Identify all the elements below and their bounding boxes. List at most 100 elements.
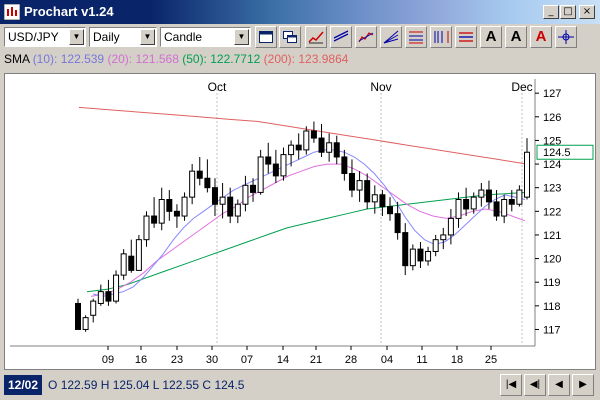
candle-body	[234, 203, 241, 217]
crosshair-button[interactable]	[555, 26, 577, 48]
sma10-value: 122.539	[60, 52, 105, 66]
sma-label: SMA	[4, 52, 30, 66]
candle-body	[409, 248, 416, 267]
candle-body	[265, 156, 272, 165]
text-color-icon: A	[535, 28, 547, 45]
candle-body	[250, 184, 257, 193]
candle-body	[485, 189, 492, 203]
sma50-value: 122.7712	[210, 52, 261, 66]
candle-body	[341, 156, 348, 175]
cascade-windows-button[interactable]	[279, 26, 301, 48]
channel-button[interactable]	[330, 26, 352, 48]
x-tick-label: 30	[206, 354, 218, 366]
x-tick-label: 09	[102, 354, 114, 366]
chart-style-value: Candle	[164, 30, 203, 44]
x-tick-label: 18	[451, 354, 463, 366]
y-tick-label: 123	[543, 183, 561, 195]
candle-body	[227, 196, 234, 217]
candle-body	[181, 196, 188, 217]
candle-body	[310, 130, 317, 139]
edit-text-button[interactable]: A	[505, 26, 527, 48]
candle-body	[425, 250, 432, 262]
trendline-button[interactable]	[305, 26, 327, 48]
scroll-first-button[interactable]: |◀	[500, 374, 522, 396]
last-price-label: 124.5	[543, 147, 571, 159]
scroll-forward-button[interactable]: ▶	[572, 374, 594, 396]
horizontal-lines-button[interactable]	[455, 26, 477, 48]
candle-body	[516, 189, 523, 205]
candle-body	[379, 194, 386, 208]
candle-body	[280, 154, 287, 177]
status-bar: 12/02 O 122.59 H 125.04 L 122.55 C 124.5…	[0, 372, 600, 398]
candle-body	[440, 234, 447, 241]
text-color-button[interactable]: A	[530, 26, 552, 48]
fibonacci-fan-icon	[383, 30, 399, 44]
sma200-period: (200):	[263, 52, 296, 66]
candle-body	[257, 156, 264, 193]
horizontal-lines-icon	[459, 32, 473, 42]
high-value: 125.04	[112, 378, 150, 392]
fibonacci-retracement-icon	[409, 31, 423, 44]
candle-body	[326, 142, 333, 153]
minimize-button[interactable]: _	[543, 5, 559, 19]
x-tick-label: 16	[135, 354, 147, 366]
candle-body	[120, 253, 127, 276]
candle-body	[478, 189, 485, 198]
scroll-page-back-button[interactable]: ◀|	[524, 374, 546, 396]
candle-body	[501, 199, 508, 217]
y-tick-label: 124	[543, 159, 561, 171]
x-tick-label: 25	[485, 354, 497, 366]
candle-body	[455, 199, 462, 219]
page-back-icon: ◀|	[529, 379, 541, 390]
candle-body	[128, 255, 135, 271]
open-value: 122.59	[60, 378, 98, 392]
candle-body	[90, 300, 97, 316]
candle-body	[394, 213, 401, 234]
candle-body	[196, 170, 203, 179]
maximize-button[interactable]: □	[560, 5, 576, 19]
chevron-down-icon[interactable]: ▼	[69, 29, 84, 45]
candle-body	[113, 274, 120, 302]
regression-button[interactable]	[355, 26, 377, 48]
close-button[interactable]: ×	[579, 5, 595, 19]
chevron-down-icon[interactable]: ▼	[234, 29, 249, 45]
add-text-button[interactable]: A	[480, 26, 502, 48]
cascade-icon	[283, 31, 297, 43]
current-date: 12/02	[4, 375, 42, 395]
candle-body	[151, 215, 158, 224]
candle-body	[508, 199, 515, 205]
candle-body	[348, 173, 355, 191]
price-chart[interactable]: Oct Nov Dec1171181191201211221231241251261…	[5, 74, 595, 369]
chart-area[interactable]: Oct Nov Dec 117 118 119 120 121 122 123 124 125 126 1…	[4, 73, 596, 370]
candle-body	[97, 291, 104, 304]
candle-body	[493, 201, 500, 217]
candle-body	[318, 137, 325, 153]
candle-body	[295, 144, 302, 151]
channel-icon	[333, 30, 349, 42]
symbol-select[interactable]: USD/JPY ▼	[4, 27, 86, 47]
candle-body	[387, 206, 394, 215]
fibonacci-fan-button[interactable]	[380, 26, 402, 48]
candle-body	[219, 196, 226, 205]
x-tick-label: 11	[416, 354, 427, 366]
fibonacci-time-button[interactable]	[430, 26, 452, 48]
scroll-back-button[interactable]: ◀	[548, 374, 570, 396]
x-tick-label: 21	[310, 354, 322, 366]
candle-body	[272, 163, 279, 177]
candle-body	[173, 210, 180, 217]
month-label: Oct	[208, 80, 227, 94]
candle-body	[242, 184, 249, 205]
new-window-button[interactable]	[255, 26, 277, 48]
y-tick-label: 121	[543, 230, 561, 242]
chevron-down-icon[interactable]: ▼	[140, 29, 155, 45]
app-icon	[4, 4, 20, 20]
candle-body	[333, 142, 340, 158]
fibonacci-time-icon	[434, 31, 449, 43]
trendline-icon	[308, 31, 324, 44]
period-select[interactable]: Daily ▼	[89, 27, 157, 47]
fibonacci-retracement-button[interactable]	[405, 26, 427, 48]
sma200-value: 123.9864	[298, 52, 349, 66]
chart-style-select[interactable]: Candle ▼	[160, 27, 251, 47]
forward-icon: ▶	[579, 379, 587, 390]
title-bar: Prochart v1.24 _ □ ×	[0, 0, 600, 24]
